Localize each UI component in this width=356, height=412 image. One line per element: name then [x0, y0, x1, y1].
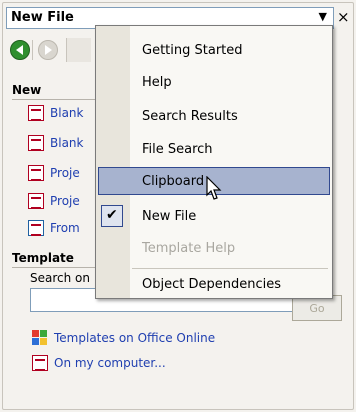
menu-item-help[interactable]: Help: [98, 68, 330, 96]
computer-template-icon: [32, 355, 48, 371]
menu-item-label: Help: [142, 75, 172, 90]
menu-item-label: Search Results: [142, 109, 238, 124]
templates-online-label: Templates on Office Online: [54, 331, 216, 345]
new-item-project-1[interactable]: Proje: [28, 164, 80, 182]
new-item-label: Blank: [50, 136, 84, 150]
menu-item-label: New File: [142, 209, 197, 224]
menu-item-label: Clipboard: [142, 174, 205, 189]
menu-item-label: Getting Started: [142, 43, 243, 58]
new-item-project-2[interactable]: Proje: [28, 192, 80, 210]
section-heading-new: New: [12, 83, 42, 97]
new-item-from-file[interactable]: From: [28, 219, 80, 237]
blank-page-icon: [28, 135, 44, 151]
task-pane-menu: Getting Started Help Search Results File…: [95, 25, 333, 299]
menu-item-file-search[interactable]: File Search: [98, 135, 330, 163]
close-icon[interactable]: ×: [337, 9, 350, 25]
chevron-down-icon[interactable]: ▼: [319, 10, 327, 23]
toolbar-separator: [32, 40, 33, 60]
menu-item-getting-started[interactable]: Getting Started: [98, 36, 330, 64]
task-pane-title: New File: [11, 10, 74, 25]
section-heading-templates: Template: [12, 251, 74, 265]
home-button[interactable]: [66, 38, 91, 62]
menu-item-label: Template Help: [142, 241, 236, 256]
new-item-blank-2[interactable]: Blank: [28, 134, 83, 152]
section-divider: [12, 99, 96, 100]
menu-item-label: File Search: [142, 142, 213, 157]
section-divider: [12, 267, 96, 268]
menu-separator: [132, 268, 328, 269]
project-icon: [28, 165, 44, 181]
templates-computer-label: On my computer...: [54, 356, 166, 370]
blank-database-icon: [28, 105, 44, 121]
new-item-label: Blank: [50, 106, 84, 120]
new-item-label: From: [50, 221, 80, 235]
checkmark-icon: ✔: [101, 205, 123, 227]
project-icon: [28, 193, 44, 209]
templates-computer-link[interactable]: On my computer...: [32, 354, 166, 372]
menu-item-template-help: Template Help: [98, 234, 330, 262]
menu-item-new-file[interactable]: ✔ New File: [98, 202, 330, 230]
menu-item-object-dependencies[interactable]: Object Dependencies: [98, 270, 330, 298]
pane-toolbar: [8, 38, 98, 62]
search-label: Search on: [30, 271, 90, 285]
menu-item-label: Object Dependencies: [142, 277, 281, 292]
menu-item-search-results[interactable]: Search Results: [98, 102, 330, 130]
mouse-cursor-icon: [206, 176, 222, 200]
new-item-blank-1[interactable]: Blank: [28, 104, 83, 122]
from-file-icon: [28, 220, 44, 236]
templates-office-online-link[interactable]: Templates on Office Online: [32, 329, 215, 347]
office-online-icon: [32, 330, 48, 346]
new-item-label: Proje: [50, 166, 80, 180]
forward-arrow-icon[interactable]: [38, 40, 58, 60]
new-item-label: Proje: [50, 194, 80, 208]
back-arrow-icon[interactable]: [10, 40, 30, 60]
